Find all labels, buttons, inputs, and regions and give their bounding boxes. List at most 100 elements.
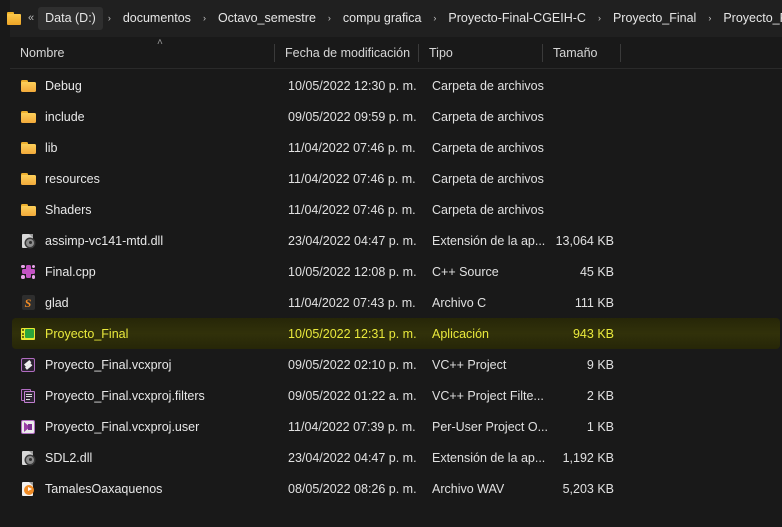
vcxproj-user-icon [20, 419, 36, 435]
dll-icon [20, 233, 36, 249]
file-date-cell: 23/04/2022 04:47 p. m. [288, 233, 417, 248]
breadcrumb-separator-icon[interactable]: › [198, 11, 211, 26]
file-type-cell: Carpeta de archivos [432, 140, 544, 155]
file-name-label: assimp-vc141-mtd.dll [45, 233, 164, 248]
file-name-label: resources [45, 171, 100, 186]
column-header-type-label: Tipo [429, 45, 453, 60]
vcxproj-icon [20, 357, 36, 373]
file-size-cell: 2 KB [586, 388, 614, 403]
file-size-cell: 1,192 KB [562, 450, 614, 465]
table-row[interactable]: Debug 10/05/2022 12:30 p. m. Carpeta de ar… [12, 70, 780, 101]
column-header-row: ˄ Nombre Fecha de modificación Tipo Tama… [10, 37, 782, 69]
file-name-label: glad [45, 295, 69, 310]
file-size-cell: 45 KB [579, 264, 614, 279]
table-row[interactable]: TamalesOaxaquenos 08/05/2022 08:26 p. m. A… [12, 473, 780, 504]
table-row[interactable]: Shaders 11/04/2022 07:46 p. m. Carpeta de … [12, 194, 780, 225]
file-date-cell: 11/04/2022 07:46 p. m. [288, 171, 416, 186]
file-name-label: Proyecto_Final [45, 326, 129, 341]
table-row[interactable]: Proyecto_Final.vcxproj.user 11/04/2022 07… [12, 411, 780, 442]
folder-icon [20, 78, 36, 94]
column-header-type[interactable]: Tipo [419, 37, 542, 68]
column-header-name-label: Nombre [20, 45, 65, 60]
column-header-date-label: Fecha de modificación [285, 45, 411, 60]
breadcrumb-item[interactable]: Data (D:) [38, 7, 103, 30]
breadcrumb[interactable]: «Data (D:) › documentos › Octavo_semestre › co… [24, 7, 782, 30]
file-type-cell: Carpeta de archivos [432, 109, 544, 124]
file-name-cell[interactable]: resources [20, 171, 278, 187]
file-list[interactable]: Debug 10/05/2022 12:30 p. m. Carpeta de ar… [10, 70, 782, 527]
sublime-text-icon: S [20, 295, 36, 311]
wav-audio-icon [20, 481, 36, 497]
breadcrumb-item[interactable]: Proyecto-Final-CGEIH-C [441, 7, 593, 30]
table-row[interactable]: SDL2.dll 23/04/2022 04:47 p. m. Extensión … [12, 442, 780, 473]
file-date-cell: 11/04/2022 07:46 p. m. [288, 202, 416, 217]
breadcrumb-item[interactable]: Octavo_semestre [211, 7, 323, 30]
file-name-cell[interactable]: assimp-vc141-mtd.dll [20, 233, 278, 249]
breadcrumb-separator-icon[interactable]: › [103, 11, 116, 26]
table-row[interactable]: resources 11/04/2022 07:46 p. m. Carpeta d… [12, 163, 780, 194]
table-row[interactable]: Proyecto_Final.vcxproj 09/05/2022 02:10 p… [12, 349, 780, 380]
file-date-cell: 11/04/2022 07:46 p. m. [288, 140, 416, 155]
breadcrumb-item[interactable]: documentos [116, 7, 198, 30]
file-name-label: lib [45, 140, 58, 155]
file-name-cell[interactable]: Sglad [20, 295, 278, 311]
breadcrumb-item[interactable]: Proyecto_Final [716, 7, 782, 30]
file-size-cell: 9 KB [586, 357, 614, 372]
file-type-cell: Carpeta de archivos [432, 78, 544, 93]
file-name-cell[interactable]: Proyecto_Final.vcxproj [20, 357, 278, 373]
folder-icon [20, 202, 36, 218]
file-name-cell[interactable]: Proyecto_Final [20, 326, 278, 342]
file-date-cell: 09/05/2022 09:59 p. m. [288, 109, 417, 124]
breadcrumb-separator-icon[interactable]: › [428, 11, 441, 26]
file-name-label: Proyecto_Final.vcxproj [45, 357, 172, 372]
file-name-cell[interactable]: Debug [20, 78, 278, 94]
file-date-cell: 10/05/2022 12:08 p. m. [288, 264, 417, 279]
column-divider[interactable] [620, 44, 621, 62]
column-header-name[interactable]: Nombre [10, 37, 274, 68]
column-header-date[interactable]: Fecha de modificación [275, 37, 418, 68]
file-name-label: TamalesOaxaquenos [45, 481, 163, 496]
file-name-label: Proyecto_Final.vcxproj.filters [45, 388, 205, 403]
table-row[interactable]: Sglad 11/04/2022 07:43 p. m. Archivo C 111 … [12, 287, 780, 318]
file-name-cell[interactable]: Proyecto_Final.vcxproj.filters [20, 388, 278, 404]
file-name-cell[interactable]: Final.cpp [20, 264, 278, 280]
file-size-cell: 5,203 KB [562, 481, 614, 496]
file-date-cell: 08/05/2022 08:26 p. m. [288, 481, 417, 496]
file-date-cell: 10/05/2022 12:30 p. m. [288, 78, 417, 93]
cpp-source-icon [20, 264, 36, 280]
file-name-cell[interactable]: TamalesOaxaquenos [20, 481, 278, 497]
breadcrumb-separator-icon[interactable]: › [593, 11, 606, 26]
table-row[interactable]: Final.cpp 10/05/2022 12:08 p. m. C++ Sourc… [12, 256, 780, 287]
breadcrumb-separator-icon[interactable]: › [323, 11, 336, 26]
column-header-size[interactable]: Tamaño [543, 37, 620, 68]
file-name-cell[interactable]: lib [20, 140, 278, 156]
table-row[interactable]: Proyecto_Final 10/05/2022 12:31 p. m. Apli… [12, 318, 780, 349]
file-name-cell[interactable]: include [20, 109, 278, 125]
file-date-cell: 23/04/2022 04:47 p. m. [288, 450, 417, 465]
file-name-label: Final.cpp [45, 264, 96, 279]
table-row[interactable]: Proyecto_Final.vcxproj.filters 09/05/2022… [12, 380, 780, 411]
file-name-cell[interactable]: Shaders [20, 202, 278, 218]
file-name-cell[interactable]: SDL2.dll [20, 450, 278, 466]
file-type-cell: Carpeta de archivos [432, 202, 544, 217]
file-name-label: Proyecto_Final.vcxproj.user [45, 419, 200, 434]
file-name-label: Debug [45, 78, 82, 93]
breadcrumb-separator-icon[interactable]: › [703, 11, 716, 26]
address-bar[interactable]: «Data (D:) › documentos › Octavo_semestre › co… [0, 0, 782, 37]
breadcrumb-overflow-button[interactable]: « [24, 7, 38, 30]
file-name-cell[interactable]: Proyecto_Final.vcxproj.user [20, 419, 278, 435]
file-date-cell: 09/05/2022 02:10 p. m. [288, 357, 417, 372]
file-size-cell: 1 KB [586, 419, 614, 434]
table-row[interactable]: lib 11/04/2022 07:46 p. m. Carpeta de arch… [12, 132, 780, 163]
folder-icon [20, 171, 36, 187]
breadcrumb-item[interactable]: compu grafica [336, 7, 429, 30]
dll-icon [20, 450, 36, 466]
file-name-label: include [45, 109, 85, 124]
folder-icon [20, 140, 36, 156]
table-row[interactable]: include 09/05/2022 09:59 p. m. Carpeta de … [12, 101, 780, 132]
table-row[interactable]: assimp-vc141-mtd.dll 23/04/2022 04:47 p. … [12, 225, 780, 256]
breadcrumb-item[interactable]: Proyecto_Final [606, 7, 703, 30]
folder-icon [7, 12, 21, 25]
application-icon [20, 326, 36, 342]
file-date-cell: 10/05/2022 12:31 p. m. [288, 326, 417, 341]
